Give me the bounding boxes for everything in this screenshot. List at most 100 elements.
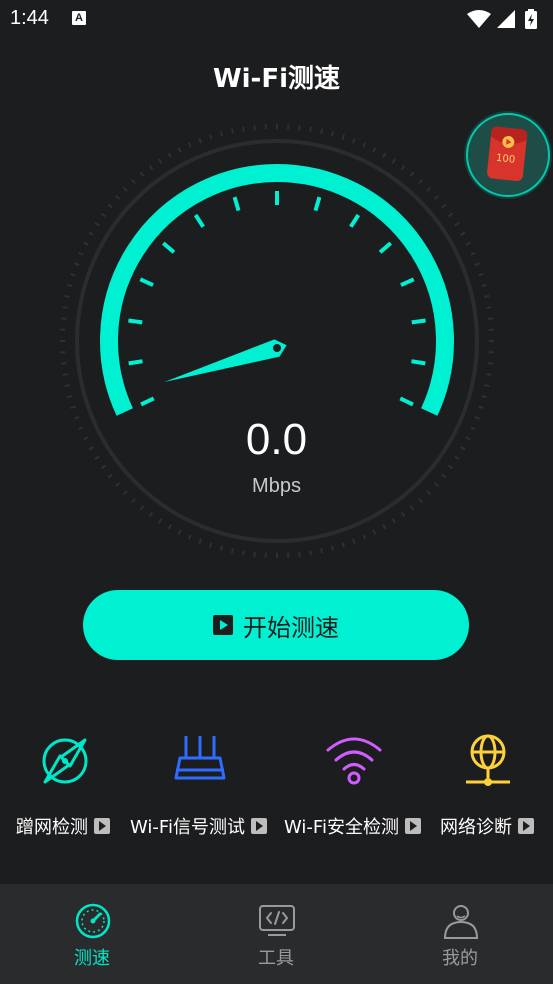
speed-value: 0.0 [245, 415, 308, 464]
gauge-dot [64, 294, 70, 298]
gauge-dot [157, 518, 163, 524]
gauge-dot [167, 152, 172, 158]
gauge-tick [128, 318, 143, 325]
user-icon [443, 905, 479, 939]
gauge-dot [474, 262, 480, 266]
gauge-dot [400, 511, 406, 518]
status-bar: 1:44 A [0, 0, 553, 38]
play-icon [213, 615, 233, 635]
gauge-dot [230, 128, 234, 134]
gauge-dot [441, 203, 447, 209]
gauge-tick [411, 318, 426, 325]
gauge-dot [208, 542, 213, 548]
gauge-dot [454, 221, 460, 227]
gauge-dot [167, 524, 172, 530]
gauge-dot [115, 195, 121, 200]
gauge-dot [400, 164, 406, 171]
gauge-dot [481, 394, 487, 399]
gauge-needle [164, 339, 287, 383]
tab-mine[interactable]: 我的 [368, 884, 552, 984]
promo-amount: 100 [495, 153, 515, 166]
gauge-dot [230, 548, 234, 554]
gauge-dot [242, 126, 245, 132]
gauge-arc [100, 164, 454, 416]
gauge-dot [177, 147, 182, 153]
gauge-dot [320, 548, 324, 554]
gauge-dot [78, 251, 84, 256]
gauge-dot [253, 125, 256, 131]
gauge-tick [193, 213, 205, 228]
bottom-tab-bar: 测速 工具 我的 [0, 884, 553, 984]
gauge-dot [139, 505, 145, 511]
gauge-dot [187, 142, 192, 148]
notification-badge-icon: A [72, 11, 86, 25]
gauge-tick [139, 277, 154, 287]
gauge-tick [140, 396, 155, 407]
gauge-tick [313, 196, 322, 212]
gauge-dot [219, 545, 224, 551]
gauge-tick [232, 196, 241, 212]
code-monitor-icon [259, 905, 295, 936]
gauge-dot [309, 126, 312, 132]
tool-network-diagnosis[interactable]: 网络诊断 [438, 730, 553, 840]
gauge-dot [100, 212, 107, 218]
gauge-dot [330, 131, 335, 137]
battery-icon [525, 9, 537, 29]
gauge-tick [399, 396, 414, 407]
router-icon [174, 736, 226, 780]
gauge-dot [382, 524, 387, 530]
gauge-dot [460, 231, 466, 236]
gauge-dot [157, 158, 163, 164]
gauge-dot [391, 158, 397, 164]
tool-label: 蹭网检测 [16, 817, 88, 838]
gauge-dot [70, 272, 76, 277]
gauge-dot [487, 317, 493, 320]
gauge-dot [341, 134, 346, 140]
gauge-dot [253, 551, 256, 557]
tab-label: 测速 [74, 948, 110, 969]
tab-speed-test[interactable]: 测速 [0, 884, 184, 984]
gauge-dot [465, 241, 471, 246]
gauge-dot [426, 186, 432, 192]
gauge-dot [139, 171, 145, 177]
gauge-dot [309, 550, 312, 556]
gauge-dot [122, 186, 128, 192]
gauge-dot [352, 138, 356, 144]
tool-label: Wi-Fi信号测试 [130, 817, 245, 838]
compass-icon [42, 738, 88, 784]
gauge-dot [362, 534, 367, 540]
globe-network-icon [466, 734, 510, 786]
tool-label: Wi-Fi安全检测 [284, 817, 399, 838]
gauge-tick [128, 359, 143, 366]
tab-label: 我的 [442, 948, 478, 969]
gauge-dot [94, 221, 100, 227]
gauge-dot [208, 134, 213, 140]
speed-unit: Mbps [252, 475, 301, 497]
gauge-dot [131, 497, 136, 503]
gauge-dot [409, 171, 415, 177]
gauge-dot [67, 283, 73, 288]
gauge-dot [198, 138, 202, 144]
gauge-dot [481, 283, 487, 288]
status-time: 1:44 [10, 7, 49, 29]
gauge-dot [61, 317, 67, 320]
speedometer-icon [75, 903, 111, 939]
wifi-signal-icon [467, 10, 491, 28]
gauge-dot [447, 212, 454, 218]
gauge-dot [88, 231, 94, 236]
gauge-ticks [128, 191, 426, 407]
gauge-dot [320, 128, 324, 134]
tab-tools[interactable]: 工具 [184, 884, 368, 984]
tool-wifi-leech-detect[interactable]: 蹭网检测 [0, 730, 130, 840]
tool-wifi-signal-test[interactable]: Wi-Fi信号测试 [130, 730, 280, 840]
gauge-dot [62, 306, 68, 309]
tool-wifi-security-check[interactable]: Wi-Fi安全检测 [284, 730, 434, 840]
gauge-dot [177, 529, 182, 535]
gauge-dot [391, 518, 397, 524]
gauge-dot [372, 529, 377, 535]
gauge-dot [352, 538, 356, 544]
play-icon [518, 818, 534, 834]
start-test-button[interactable]: 开始测速 [83, 590, 469, 660]
gauge-dot [64, 384, 70, 388]
gauge-dot [372, 147, 377, 153]
